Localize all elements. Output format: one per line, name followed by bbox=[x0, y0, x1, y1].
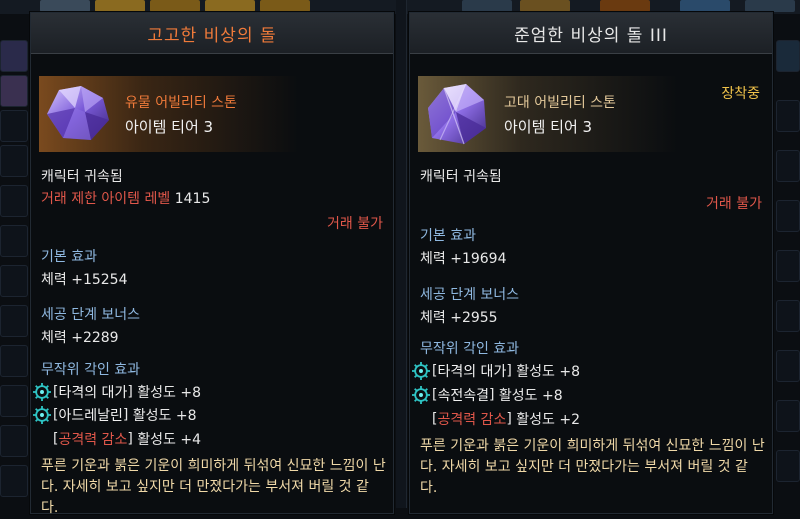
engraving-gear-icon bbox=[412, 362, 430, 380]
inventory-slot[interactable] bbox=[0, 40, 28, 72]
bonus-stat: 체력 +2955 bbox=[420, 310, 498, 326]
engraving-row: [타격의 대가] 활성도 +8 bbox=[33, 382, 201, 402]
inventory-slot[interactable] bbox=[0, 305, 28, 337]
ability-stone-icon bbox=[41, 78, 115, 150]
item-title: 고고한 비상의 돌 bbox=[31, 13, 393, 54]
trade-status: 거래 불가 bbox=[706, 196, 762, 212]
ability-stone-icon bbox=[420, 78, 494, 150]
inventory-slot[interactable] bbox=[0, 225, 28, 257]
inventory-slot[interactable] bbox=[0, 110, 28, 142]
engraving-value: 활성도 +8 bbox=[137, 385, 201, 401]
item-grade: 고대 어빌리티 스톤 bbox=[504, 94, 616, 111]
item-tier: 아이템 티어 3 bbox=[504, 117, 593, 136]
inventory-slot[interactable] bbox=[40, 0, 90, 12]
inventory-slot[interactable] bbox=[776, 200, 800, 232]
inventory-slot[interactable] bbox=[520, 0, 570, 12]
item-summary: 고대 어빌리티 스톤 아이템 티어 3 bbox=[418, 76, 764, 152]
engrave-header: 무작위 각인 효과 bbox=[420, 341, 520, 357]
engraving-row: [타격의 대가] 활성도 +8 bbox=[412, 361, 580, 381]
engraving-value: 활성도 +8 bbox=[498, 388, 563, 404]
engraving-name: 타격의 대가 bbox=[437, 364, 507, 380]
engraving-row: [공격력 감소] 활성도 +2 bbox=[432, 411, 580, 428]
inventory-slot[interactable] bbox=[0, 345, 28, 377]
inventory-slot[interactable] bbox=[745, 0, 795, 12]
engraving-name: 공격력 감소 bbox=[58, 432, 128, 448]
trade-status: 거래 불가 bbox=[327, 216, 383, 232]
engraving-gear-icon bbox=[412, 386, 430, 404]
engraving-row: [아드레날린] 활성도 +8 bbox=[33, 405, 197, 425]
inventory-slot[interactable] bbox=[0, 425, 28, 457]
engraving-value: 활성도 +8 bbox=[516, 364, 580, 380]
item-tooltip-left: 고고한 비상의 돌 유물 어빌리티 스톤 아이템 티어 3 캐릭터 귀속됨 거래… bbox=[30, 12, 394, 516]
inventory-slot[interactable] bbox=[776, 100, 800, 132]
bound-status: 캐릭터 귀속됨 bbox=[420, 169, 502, 185]
base-effect-header: 기본 효과 bbox=[420, 228, 476, 244]
item-tier: 아이템 티어 3 bbox=[125, 117, 214, 136]
bonus-stat: 체력 +2289 bbox=[41, 330, 119, 346]
inventory-slot[interactable] bbox=[776, 300, 800, 332]
inventory-slot[interactable] bbox=[0, 185, 28, 217]
base-effect-header: 기본 효과 bbox=[41, 249, 97, 265]
inventory-slot[interactable] bbox=[260, 0, 310, 12]
engraving-name: 속전속결 bbox=[437, 388, 489, 404]
base-effect-stat: 체력 +19694 bbox=[420, 251, 507, 267]
inventory-divider bbox=[396, 0, 407, 508]
engraving-value: 활성도 +2 bbox=[516, 412, 580, 428]
engraving-value: 활성도 +4 bbox=[137, 432, 201, 448]
engraving-value: 활성도 +8 bbox=[132, 408, 197, 424]
engraving-gear-icon bbox=[33, 383, 51, 401]
inventory-slot[interactable] bbox=[95, 0, 145, 12]
base-effect-stat: 체력 +15254 bbox=[41, 272, 128, 288]
inventory-slot[interactable] bbox=[600, 0, 650, 12]
engrave-header: 무작위 각인 효과 bbox=[41, 362, 141, 378]
inventory-slot[interactable] bbox=[462, 0, 512, 12]
inventory-slot[interactable] bbox=[205, 0, 255, 12]
engraving-row: [공격력 감소] 활성도 +4 bbox=[53, 431, 201, 448]
trade-limit-label: 거래 제한 아이템 레벨 bbox=[41, 191, 171, 207]
inventory-slot[interactable] bbox=[776, 350, 800, 382]
flavor-text: 푸른 기운과 붉은 기운이 희미하게 뒤섞여 신묘한 느낌이 난다. 자세히 보… bbox=[41, 458, 386, 516]
trade-limit-value: 1415 bbox=[174, 191, 211, 207]
engraving-name: 아드레날린 bbox=[58, 408, 123, 424]
inventory-slot[interactable] bbox=[776, 150, 800, 182]
inventory-slot[interactable] bbox=[150, 0, 200, 12]
inventory-slot[interactable] bbox=[776, 250, 800, 282]
flavor-text: 푸른 기운과 붉은 기운이 희미하게 뒤섞여 신묘한 느낌이 난다. 자세히 보… bbox=[420, 438, 765, 496]
item-tooltip-right: 준엄한 비상의 돌 III 고대 어빌리티 스톤 아이템 티어 3 장착중 캐릭… bbox=[409, 12, 773, 514]
inventory-slot[interactable] bbox=[0, 265, 28, 297]
inventory-slot[interactable] bbox=[680, 0, 730, 12]
bound-status: 캐릭터 귀속됨 bbox=[41, 169, 123, 185]
bonus-header: 세공 단계 보너스 bbox=[420, 287, 520, 303]
engraving-row: [속전속결] 활성도 +8 bbox=[412, 385, 563, 405]
engraving-name: 타격의 대가 bbox=[58, 385, 128, 401]
engraving-gear-icon bbox=[33, 406, 51, 424]
item-title: 준엄한 비상의 돌 III bbox=[410, 13, 772, 54]
item-summary: 유물 어빌리티 스톤 아이템 티어 3 bbox=[39, 76, 385, 152]
item-grade: 유물 어빌리티 스톤 bbox=[125, 94, 237, 111]
inventory-slot[interactable] bbox=[0, 465, 28, 497]
trade-limit-row: 거래 제한 아이템 레벨 1415 bbox=[41, 188, 210, 208]
inventory-slot[interactable] bbox=[776, 450, 800, 482]
bonus-header: 세공 단계 보너스 bbox=[41, 307, 141, 323]
inventory-slot[interactable] bbox=[0, 145, 28, 177]
inventory-slot[interactable] bbox=[776, 40, 800, 72]
inventory-slot[interactable] bbox=[0, 385, 28, 417]
equipped-badge: 장착중 bbox=[721, 86, 760, 102]
engraving-name: 공격력 감소 bbox=[437, 412, 507, 428]
inventory-slot[interactable] bbox=[0, 75, 28, 107]
inventory-slot[interactable] bbox=[776, 400, 800, 432]
